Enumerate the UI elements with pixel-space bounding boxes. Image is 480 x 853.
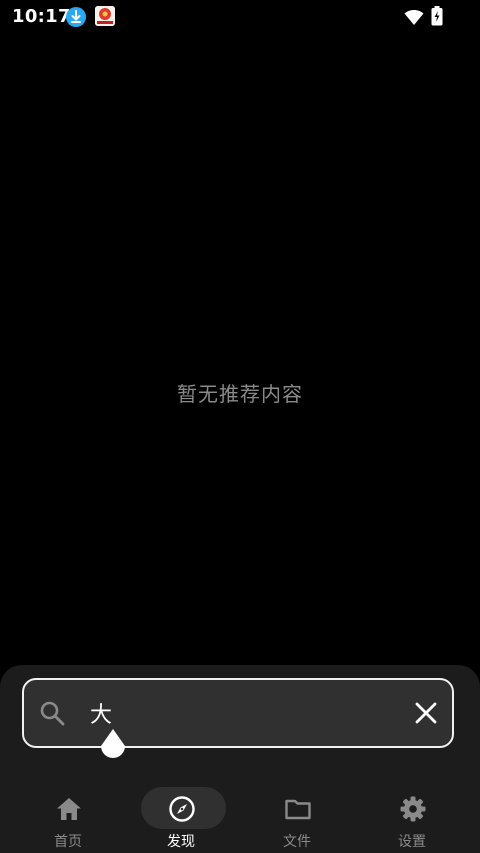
clear-icon[interactable] (413, 700, 439, 726)
nav-item-discover[interactable]: 发现 (121, 782, 241, 853)
nav-label-discover: 发现 (167, 834, 195, 850)
nav-label-home: 首页 (54, 834, 82, 850)
nav-label-settings: 设置 (398, 834, 426, 850)
battery-charging-icon (431, 6, 443, 26)
nav-item-files[interactable]: 文件 (237, 782, 357, 853)
app-notification-icon (95, 6, 115, 26)
status-time: 10:17 (12, 6, 71, 27)
gear-icon (400, 796, 426, 822)
nav-item-settings[interactable]: 设置 (352, 782, 472, 853)
wifi-icon (404, 9, 424, 25)
bottom-navigation: 首页 发现 文件 设置 (0, 782, 480, 853)
download-notification-icon (66, 7, 86, 27)
empty-state-message: 暂无推荐内容 (177, 382, 303, 406)
search-input[interactable] (90, 696, 390, 730)
compass-icon (169, 796, 195, 822)
status-bar: 10:17 (0, 0, 480, 34)
folder-icon (285, 799, 311, 820)
nav-item-home[interactable]: 首页 (8, 782, 128, 853)
text-cursor-handle[interactable] (99, 728, 127, 764)
home-icon (57, 798, 81, 820)
nav-label-files: 文件 (283, 834, 311, 850)
search-icon (40, 701, 65, 726)
